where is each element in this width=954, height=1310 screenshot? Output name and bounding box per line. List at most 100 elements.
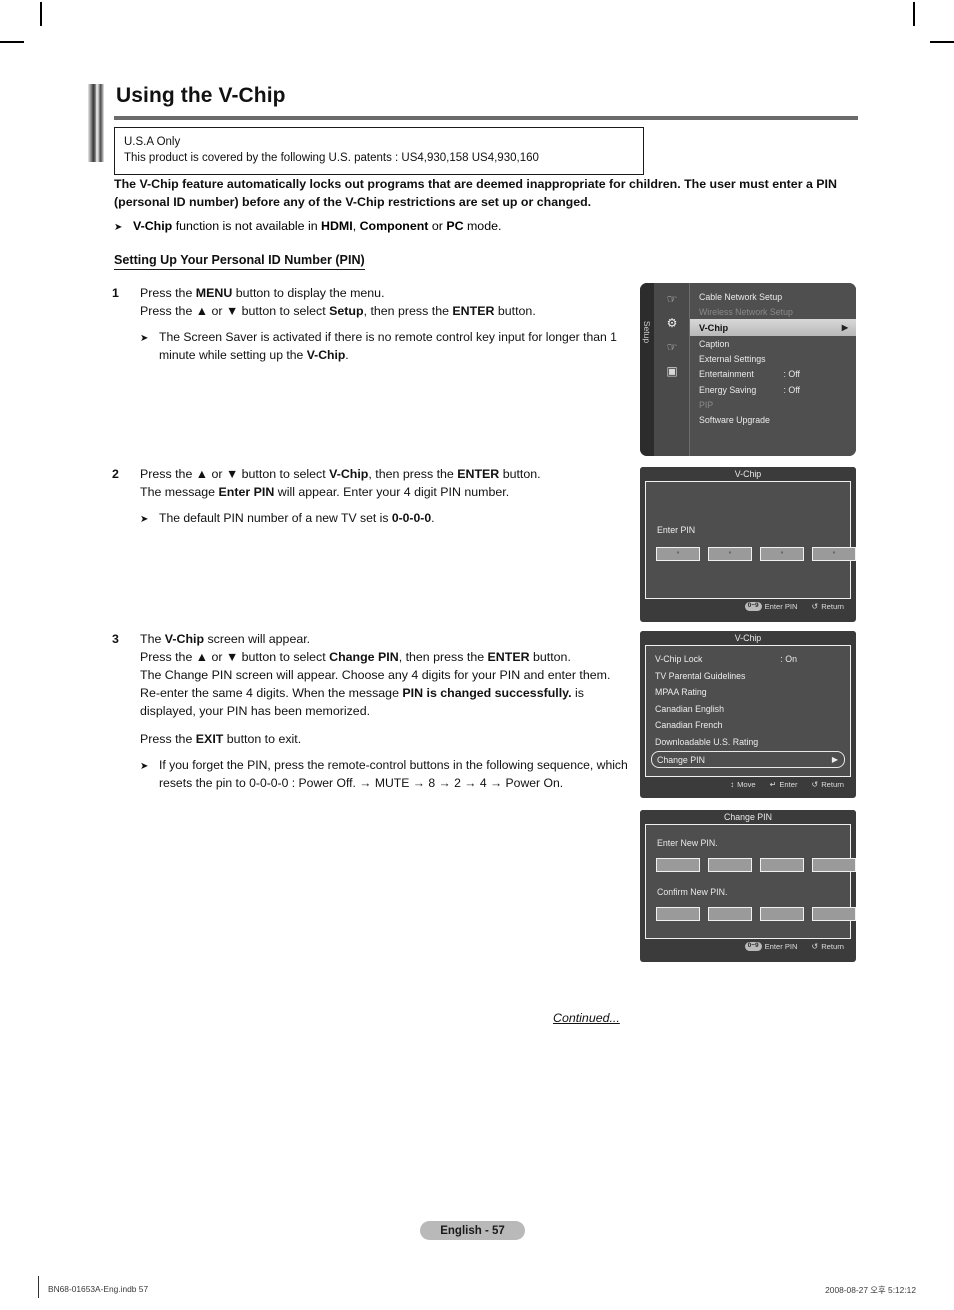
osd-vchip-item-label: Change PIN	[657, 754, 705, 765]
osd-vchip-menu[interactable]: V-Chip V-Chip Lock : On TV Parental Guid…	[640, 631, 856, 798]
new-pin-digit-4[interactable]	[812, 858, 856, 872]
lead-bullet-text: V-Chip function is not available in HDMI…	[133, 219, 502, 233]
osd-hint-enter-pin: 0~9 Enter PIN	[744, 941, 798, 952]
return-arrow-icon: ↺	[811, 942, 819, 951]
osd-enter-pin-body: Enter PIN * * * *	[645, 481, 856, 599]
osd-hint-label: Enter PIN	[764, 941, 798, 951]
osd-setup-item-cable-network-setup[interactable]: Cable Network Setup	[690, 289, 856, 304]
crop-mark-top-right-vertical	[913, 2, 915, 26]
osd-setup-item-label: External Settings	[699, 354, 766, 365]
osd-vchip-item-change-pin[interactable]: Change PIN ▶	[651, 751, 845, 768]
step-3-bullet-text: If you forget the PIN, press the remote-…	[159, 757, 628, 790]
page-number-badge: English - 57	[420, 1221, 525, 1240]
osd-confirm-pin-field-group[interactable]	[656, 907, 856, 921]
osd-vchip-item-tv-parental-guidelines[interactable]: TV Parental Guidelines	[646, 668, 850, 685]
step-1-body: Press the MENU button to display the men…	[140, 285, 632, 364]
osd-vchip-item-v-chip-lock[interactable]: V-Chip Lock : On	[646, 651, 850, 668]
osd-new-pin-field-group[interactable]	[656, 858, 856, 872]
manual-page: Using the V-Chip U.S.A Only This product…	[0, 0, 954, 1310]
crop-mark-top-right-horizontal	[930, 41, 954, 43]
osd-setup-item-label: Wireless Network Setup	[699, 306, 793, 317]
step-2-line-1: Press the ▲ or ▼ button to select V-Chip…	[140, 467, 541, 481]
plug-icon[interactable]: ☞	[664, 340, 681, 354]
osd-setup-item-caption[interactable]: Caption	[690, 336, 856, 351]
lead-paragraph: The V-Chip feature automatically locks o…	[114, 177, 837, 209]
step-3-body: The V-Chip screen will appear. Press the…	[140, 631, 632, 792]
pin-digit-2[interactable]: *	[708, 547, 752, 561]
new-pin-digit-1[interactable]	[656, 858, 700, 872]
osd-hint-label: Return	[821, 602, 844, 611]
osd-change-pin-body: Enter New PIN. Confirm New PIN.	[645, 824, 856, 939]
footer-timestamp: 2008-08-27 오후 5:12:12	[825, 1285, 916, 1295]
step-2-line-2: The message Enter PIN will appear. Enter…	[140, 484, 510, 499]
step-1-bullet-text: The Screen Saver is activated if there i…	[159, 329, 617, 362]
osd-vchip-item-label: MPAA Rating	[655, 687, 707, 698]
new-pin-digit-3[interactable]	[760, 858, 804, 872]
patent-notice-box: U.S.A Only This product is covered by th…	[114, 127, 644, 175]
hand-icon[interactable]: ☞	[664, 292, 681, 306]
osd-enter-pin-dialog[interactable]: V-Chip Enter PIN * * * * 0~9 Enter PIN ↺ R…	[640, 467, 856, 622]
osd-setup-item-external-settings[interactable]: External Settings	[690, 352, 856, 367]
step-3-line-1: The V-Chip screen will appear.	[140, 632, 311, 646]
osd-change-pin-dialog[interactable]: Change PIN Enter New PIN. Confirm New PI…	[640, 810, 856, 962]
osd-setup-item-label: Entertainment	[699, 369, 754, 380]
osd-setup-menu[interactable]: Setup ☞ ⚙ ☞ ▣ Cable Network Setup Wirele…	[640, 283, 856, 456]
pin-digit-4[interactable]: *	[812, 547, 856, 561]
osd-vchip-title: V-Chip	[640, 631, 856, 645]
osd-setup-item-wireless-network-setup: Wireless Network Setup	[690, 304, 856, 319]
osd-change-pin-new-prompt: Enter New PIN.	[657, 838, 718, 848]
osd-setup-item-entertainment[interactable]: Entertainment : Off	[690, 367, 856, 382]
osd-setup-item-software-upgrade[interactable]: Software Upgrade	[690, 412, 856, 427]
footer-file-info: BN68-01653A-Eng.indb 57	[48, 1284, 149, 1294]
osd-setup-tab-label: Setup	[642, 320, 652, 344]
step-3-line-3: The Change PIN screen will appear. Choos…	[140, 667, 611, 718]
continued-label: Continued...	[553, 1011, 620, 1025]
confirm-pin-digit-1[interactable]	[656, 907, 700, 921]
patent-notice-line1: U.S.A Only	[124, 136, 181, 148]
gear-icon[interactable]: ⚙	[664, 316, 681, 330]
osd-setup-item-v-chip[interactable]: V-Chip ▶	[690, 319, 856, 337]
arrow-bullet-icon	[114, 218, 133, 236]
osd-enter-pin-footer: 0~9 Enter PIN ↺ Return	[640, 599, 856, 614]
osd-vchip-item-canadian-french[interactable]: Canadian French	[646, 717, 850, 734]
new-pin-digit-2[interactable]	[708, 858, 752, 872]
step-3-number: 3	[112, 632, 119, 646]
arrow-bullet-icon	[140, 510, 159, 528]
screen-icon[interactable]: ▣	[664, 364, 681, 378]
confirm-pin-digit-2[interactable]	[708, 907, 752, 921]
osd-change-pin-confirm-prompt: Confirm New PIN.	[657, 887, 728, 897]
osd-setup-item-label: V-Chip	[699, 322, 729, 333]
osd-vchip-item-downloadable-us-rating[interactable]: Downloadable U.S. Rating	[646, 734, 850, 751]
step-2-bullet: The default PIN number of a new TV set i…	[140, 510, 632, 528]
pin-digit-1[interactable]: *	[656, 547, 700, 561]
osd-vchip-footer: ↕ Move ↵ Enter ↺ Return	[640, 777, 856, 792]
osd-icon-column: ☞ ⚙ ☞ ▣	[654, 283, 690, 456]
osd-setup-item-label: PIP	[699, 399, 714, 410]
osd-vchip-item-mpaa-rating[interactable]: MPAA Rating	[646, 684, 850, 701]
osd-hint-label: Enter PIN	[764, 601, 798, 611]
return-arrow-icon: ↺	[811, 602, 819, 611]
arrow-bullet-icon	[140, 329, 159, 364]
step-2-number: 2	[112, 467, 119, 481]
osd-setup-tab[interactable]: Setup	[640, 283, 654, 456]
osd-setup-item-label: Software Upgrade	[699, 414, 770, 425]
osd-enter-pin-title: V-Chip	[640, 467, 856, 481]
title-decoration-bar	[88, 84, 104, 162]
pin-digit-3[interactable]: *	[760, 547, 804, 561]
osd-pin-field-group[interactable]: * * * *	[656, 547, 856, 561]
step-1: 1 Press the MENU button to display the m…	[112, 285, 632, 364]
step-1-line-1: Press the MENU button to display the men…	[140, 286, 385, 300]
step-3: 3 The V-Chip screen will appear. Press t…	[112, 631, 632, 792]
osd-setup-item-label: Caption	[699, 338, 730, 349]
osd-hint-move: ↕ Move	[730, 780, 756, 789]
step-3-line-2: Press the ▲ or ▼ button to select Change…	[140, 649, 571, 664]
osd-setup-item-pip: PIP	[690, 397, 856, 412]
osd-vchip-item-label: Canadian English	[655, 703, 724, 714]
confirm-pin-digit-4[interactable]	[812, 907, 856, 921]
step-2: 2 Press the ▲ or ▼ button to select V-Ch…	[112, 466, 632, 528]
osd-vchip-item-canadian-english[interactable]: Canadian English	[646, 701, 850, 718]
osd-setup-item-energy-saving[interactable]: Energy Saving : Off	[690, 382, 856, 397]
confirm-pin-digit-3[interactable]	[760, 907, 804, 921]
step-2-bullet-text: The default PIN number of a new TV set i…	[159, 510, 435, 525]
return-arrow-icon: ↺	[811, 780, 819, 789]
